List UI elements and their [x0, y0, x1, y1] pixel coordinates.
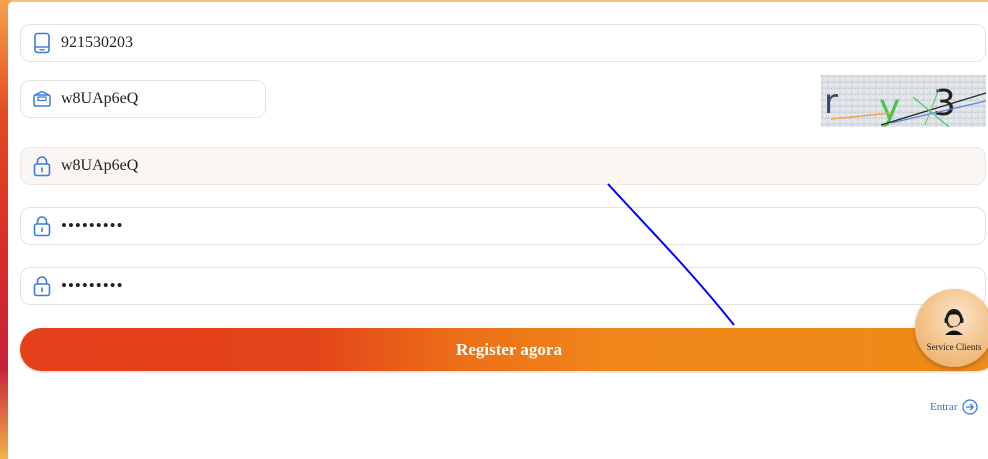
message-icon	[31, 88, 53, 110]
captcha-char-1: r	[824, 82, 838, 122]
lock-icon	[31, 275, 53, 297]
captcha-image[interactable]: r y 3	[821, 75, 986, 127]
arrow-right-circle-icon	[962, 399, 979, 415]
confirm-password-value: •••••••••	[61, 276, 124, 295]
register-form-card: 921530203 w8UAp6eQ r y 3 w8UAp6eQ ••••••…	[8, 0, 988, 459]
service-clients-button[interactable]: Service Clients	[915, 289, 988, 367]
password-field[interactable]: •••••••••	[20, 207, 986, 245]
login-link[interactable]: Entrar	[930, 399, 979, 415]
register-button[interactable]: Register agora	[20, 328, 988, 371]
headset-icon	[939, 305, 969, 340]
confirm-password-field[interactable]: •••••••••	[20, 267, 986, 305]
lock-icon	[31, 155, 53, 177]
service-clients-label: Service Clients	[926, 341, 982, 352]
username-value: w8UAp6eQ	[61, 157, 139, 174]
phone-field[interactable]: 921530203	[20, 24, 986, 62]
captcha-field[interactable]: w8UAp6eQ	[20, 80, 266, 118]
phone-value: 921530203	[61, 34, 133, 51]
captcha-value: w8UAp6eQ	[61, 90, 139, 107]
phone-icon	[31, 32, 53, 54]
username-field[interactable]: w8UAp6eQ	[20, 147, 986, 185]
lock-icon	[31, 215, 53, 237]
password-value: •••••••••	[61, 216, 124, 235]
login-link-label: Entrar	[930, 401, 958, 413]
